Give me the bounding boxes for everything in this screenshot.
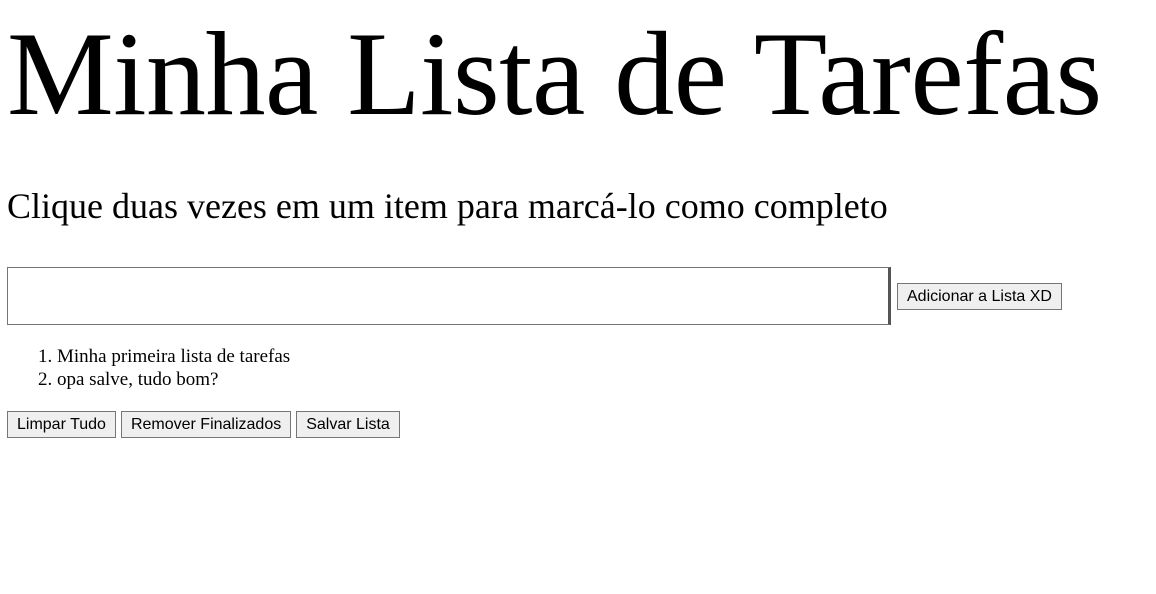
task-item[interactable]: opa salve, tudo bom? — [57, 368, 290, 391]
page-subtitle: Clique duas vezes em um item para marcá-… — [7, 186, 888, 226]
page-title: Minha Lista de Tarefas — [7, 7, 1102, 140]
remove-completed-button[interactable]: Remover Finalizados — [120, 411, 292, 438]
task-input[interactable] — [7, 267, 891, 325]
save-list-button[interactable]: Salvar Lista — [296, 411, 400, 438]
action-bar: Limpar Tudo Remover Finalizados Salvar L… — [7, 411, 400, 438]
add-to-list-button[interactable]: Adicionar a Lista XD — [897, 283, 1062, 310]
task-item[interactable]: Minha primeira lista de tarefas — [57, 345, 290, 368]
clear-all-button[interactable]: Limpar Tudo — [7, 411, 116, 438]
task-list: Minha primeira lista de tarefas opa salv… — [0, 345, 290, 391]
